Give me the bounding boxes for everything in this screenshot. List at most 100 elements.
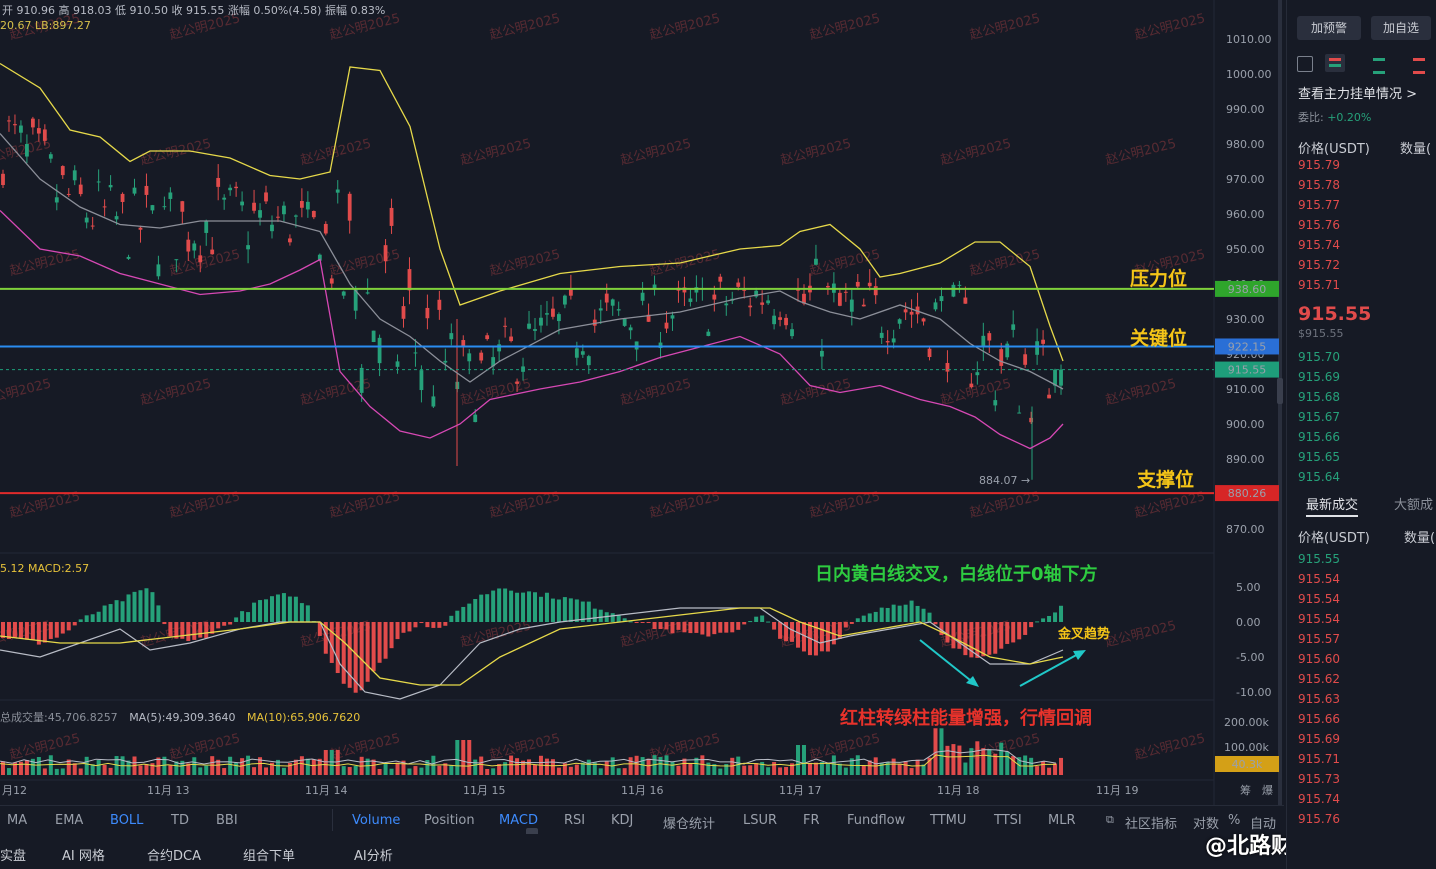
sub-indicator-11[interactable]: MLR — [1048, 813, 1076, 828]
bid-row[interactable]: 915.66 — [1298, 430, 1340, 444]
bottom-tab-4[interactable]: AI分析 — [354, 845, 393, 864]
main-indicator-boll[interactable]: BOLL — [110, 813, 143, 828]
sub-indicator-2[interactable]: MACD — [499, 813, 538, 828]
bottom-tab-2[interactable]: 组合下单 — [243, 845, 295, 864]
macd-hist-bar — [144, 588, 149, 622]
tab-latest-trades[interactable]: 最新成交 — [1306, 494, 1359, 517]
watermark-text: 赵公明2025 — [168, 247, 242, 279]
sub-indicator-8[interactable]: Fundflow — [847, 813, 905, 828]
candle-body — [485, 335, 490, 340]
sub-indicator-4[interactable]: KDJ — [611, 813, 633, 828]
sub-indicator-10[interactable]: TTSI — [994, 813, 1022, 828]
depth-link[interactable]: 查看主力挂单情况 > — [1298, 83, 1417, 102]
macd-hist-bar — [347, 622, 352, 688]
candle-body — [909, 311, 914, 315]
candle-body — [951, 284, 956, 297]
sub-indicator-6[interactable]: LSUR — [743, 813, 777, 828]
volume-readout: 总成交量:45,706.8257 MA(5):49,309.3640 MA(10… — [0, 709, 360, 725]
bottom-tab-0[interactable]: 实盘 — [0, 845, 26, 864]
candle-body — [748, 305, 753, 308]
volume-bar — [36, 757, 41, 775]
ask-row[interactable]: 915.79 — [1298, 158, 1340, 172]
layout-icon[interactable] — [1297, 56, 1313, 72]
sub-indicator-5[interactable]: 爆仓统计 — [663, 813, 715, 832]
macd-hist-bar — [66, 622, 71, 631]
watermark-text: 赵公明2025 — [648, 247, 722, 279]
candle-body — [7, 120, 11, 122]
bid-row[interactable]: 915.64 — [1298, 470, 1340, 484]
community-indicator-icon[interactable]: ⧉ — [1106, 813, 1114, 827]
bid-row[interactable]: 915.69 — [1298, 370, 1340, 384]
ask-row[interactable]: 915.74 — [1298, 238, 1340, 252]
macd-hist-bar — [437, 622, 442, 628]
macd-hist-bar — [963, 622, 968, 656]
macd-hist-bar — [138, 590, 143, 622]
asks-only-icon[interactable] — [1413, 58, 1425, 74]
percent-scale-toggle[interactable]: % — [1228, 813, 1240, 828]
candle-body — [305, 201, 310, 210]
bid-row[interactable]: 915.65 — [1298, 450, 1340, 464]
macd-hist-bar — [461, 606, 466, 622]
candle-body — [945, 362, 950, 372]
candle-body — [156, 264, 161, 277]
macd-hist-bar — [108, 604, 113, 622]
candle-body — [533, 329, 537, 331]
volume-axis-tick: 200.00k — [1224, 716, 1269, 729]
ask-row[interactable]: 915.72 — [1298, 258, 1340, 272]
last-price-usd: $915.55 — [1298, 327, 1344, 340]
candle-body — [42, 129, 47, 141]
bottom-tab-1[interactable]: AI 网格 — [62, 845, 105, 864]
bid-row[interactable]: 915.67 — [1298, 410, 1340, 424]
main-indicator-ma[interactable]: MA — [7, 813, 27, 828]
macd-hist-bar — [497, 588, 502, 622]
volume-axis-tick: 100.00k — [1224, 741, 1269, 754]
macd-hist-bar — [730, 622, 735, 633]
macd-hist-bar — [60, 622, 65, 634]
volume-bar — [341, 766, 346, 775]
candle-body — [72, 170, 77, 181]
bid-row[interactable]: 915.68 — [1298, 390, 1340, 404]
sub-indicator-9[interactable]: TTMU — [930, 813, 966, 828]
candle-body — [825, 285, 830, 288]
main-indicator-bbi[interactable]: BBI — [216, 813, 238, 828]
volume-bar — [479, 756, 484, 775]
ask-row[interactable]: 915.77 — [1298, 198, 1340, 212]
main-indicator-ema[interactable]: EMA — [55, 813, 83, 828]
macd-hist-bar — [12, 622, 17, 638]
macd-hist-bar — [550, 598, 555, 622]
add-alert-button[interactable]: 加预警 — [1297, 16, 1361, 40]
chart-svg[interactable]: 赵公明2025 赵公明2025 赵公明2025 赵公明2025 赵公明2025 赵公明20… — [0, 0, 1284, 805]
both-sides-icon[interactable] — [1325, 54, 1345, 72]
macd-hist-bar — [120, 601, 125, 622]
ask-row[interactable]: 915.71 — [1298, 278, 1340, 292]
sub-indicator-1[interactable]: Position — [424, 813, 475, 828]
add-favorite-button[interactable]: 加自选 — [1371, 16, 1431, 40]
candle-body — [144, 185, 149, 195]
ask-row[interactable]: 915.76 — [1298, 218, 1340, 232]
sub-indicator-3[interactable]: RSI — [564, 813, 585, 828]
price-axis-tick: 950.00 — [1226, 243, 1265, 256]
candle-body — [616, 309, 621, 311]
community-indicator-button[interactable]: 社区指标 — [1125, 813, 1177, 832]
sub-indicator-0[interactable]: Volume — [352, 813, 400, 828]
kline-chart[interactable]: 赵公明2025 赵公明2025 赵公明2025 赵公明2025 赵公明2025 赵公明20… — [0, 0, 1284, 805]
ask-row[interactable]: 915.78 — [1298, 178, 1340, 192]
trade-row: 915.55 — [1298, 552, 1340, 566]
candle-body — [371, 330, 376, 343]
volume-bar — [784, 766, 789, 775]
macd-hist-bar — [305, 605, 310, 622]
bids-only-icon[interactable] — [1373, 58, 1385, 74]
volume-bar — [1047, 767, 1052, 775]
candle-body — [993, 400, 998, 406]
tab-large-trades[interactable]: 大额成 — [1394, 494, 1433, 513]
bid-row[interactable]: 915.70 — [1298, 350, 1340, 364]
candle-body — [604, 293, 609, 303]
volume-bar — [586, 759, 591, 775]
bottom-tab-3[interactable]: 合约DCA — [147, 845, 201, 864]
watermark-text: 赵公明2025 — [1133, 731, 1207, 763]
watermark-text: 赵公明2025 — [328, 247, 402, 279]
candle-body — [377, 337, 382, 364]
sub-indicator-7[interactable]: FR — [803, 813, 820, 828]
main-indicator-td[interactable]: TD — [171, 813, 189, 828]
panel-collapse-handle[interactable] — [1277, 378, 1283, 404]
